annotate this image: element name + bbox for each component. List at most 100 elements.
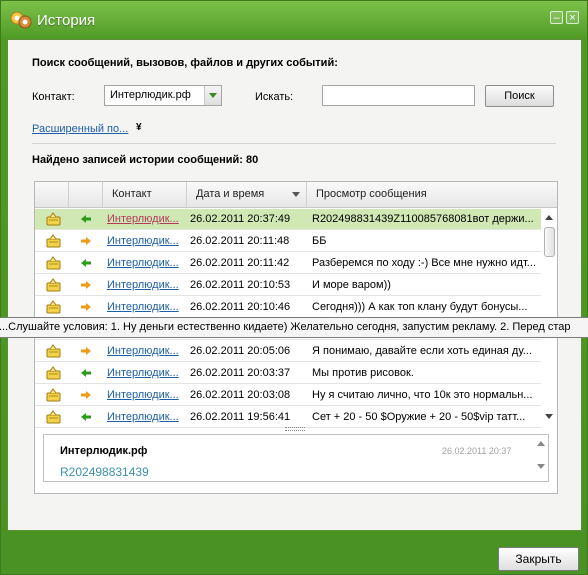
message-icon	[46, 300, 61, 314]
contact-dropdown[interactable]: Интерлюдик.рф	[104, 85, 222, 106]
table-row[interactable]: Интерлюдик... 26.02.2011 20:37:49 R2024988…	[35, 209, 541, 230]
search-heading: Поиск сообщений, вызовов, файлов и други…	[32, 57, 338, 69]
chevron-down-icon[interactable]	[204, 86, 221, 105]
row-type-cell	[35, 253, 69, 274]
row-date: 26.02.2011 20:10:46	[190, 301, 291, 313]
row-message-preview: Я понимаю, давайте если хоть единая ду..…	[312, 345, 532, 357]
table-row[interactable]: Интерлюдик... 26.02.2011 20:03:08 Ну я счи…	[35, 385, 541, 406]
search-button[interactable]: Поиск	[485, 85, 554, 107]
expand-chevron-icon[interactable]: ¥	[136, 122, 142, 133]
message-tooltip: ...Слушайте условия: 1. Ну деньги естест…	[0, 317, 588, 338]
results-count: Найдено записей истории сообщений: 80	[32, 154, 259, 166]
row-contact-link[interactable]: Интерлюдик...	[105, 275, 185, 296]
scroll-down-icon[interactable]	[545, 414, 553, 419]
row-direction-cell	[69, 297, 103, 318]
table-row[interactable]: Интерлюдик... 26.02.2011 20:11:42 Разберем…	[35, 253, 541, 274]
column-header-contact[interactable]: Контакт	[103, 182, 187, 207]
message-icon	[46, 344, 61, 358]
row-date: 26.02.2011 19:56:41	[190, 411, 291, 423]
table-row[interactable]: Интерлюдик... 26.02.2011 20:11:48 ББ	[35, 231, 541, 252]
incoming-arrow-icon	[81, 259, 91, 267]
advanced-search-link[interactable]: Расширенный по...	[32, 123, 128, 135]
row-direction-cell	[69, 385, 103, 406]
row-date: 26.02.2011 20:10:53	[190, 279, 291, 291]
row-type-cell	[35, 341, 69, 362]
outgoing-arrow-icon	[81, 237, 91, 245]
row-date: 26.02.2011 20:37:49	[190, 213, 291, 225]
scrollbar-thumb[interactable]	[544, 227, 555, 257]
scroll-down-icon[interactable]	[537, 464, 545, 469]
titlebar[interactable]: История – ×	[1, 1, 587, 39]
row-date: 26.02.2011 20:05:06	[190, 345, 291, 357]
close-button-label: Закрыть	[515, 552, 562, 566]
row-type-cell	[35, 231, 69, 252]
row-type-cell	[35, 385, 69, 406]
column-header-direction[interactable]	[69, 182, 103, 207]
incoming-arrow-icon	[81, 413, 91, 421]
minimize-button[interactable]: –	[550, 11, 563, 24]
column-header-type[interactable]	[35, 182, 69, 207]
preview-message: R202498831439	[60, 465, 149, 479]
row-message-preview: Разберемся по ходу :-) Все мне нужно идт…	[312, 257, 536, 269]
outgoing-arrow-icon	[81, 347, 91, 355]
client-area: Поиск сообщений, вызовов, файлов и други…	[7, 39, 582, 531]
row-contact-link[interactable]: Интерлюдик...	[105, 341, 185, 362]
row-contact-link[interactable]: Интерлюдик...	[105, 253, 185, 274]
preview-scrollbar[interactable]	[534, 437, 548, 481]
search-label: Искать:	[255, 91, 294, 103]
row-contact-link[interactable]: Интерлюдик...	[105, 363, 185, 384]
message-icon	[46, 278, 61, 292]
message-preview: Интерлюдик.рф 26.02.2011 20:37 R20249883…	[43, 434, 549, 482]
row-message-preview: Мы против рисовок.	[312, 367, 414, 379]
row-date: 26.02.2011 20:03:37	[190, 367, 291, 379]
row-direction-cell	[69, 209, 103, 230]
outgoing-arrow-icon	[81, 281, 91, 289]
table-row[interactable]: Интерлюдик... 26.02.2011 20:05:06 Я понима…	[35, 341, 541, 362]
search-input[interactable]	[322, 85, 475, 106]
row-date: 26.02.2011 20:11:42	[190, 257, 290, 269]
row-type-cell	[35, 275, 69, 296]
row-type-cell	[35, 363, 69, 384]
scroll-up-icon[interactable]	[545, 215, 553, 220]
row-type-cell	[35, 407, 69, 428]
row-direction-cell	[69, 407, 103, 428]
row-contact-link[interactable]: Интерлюдик...	[105, 385, 185, 406]
message-icon	[46, 410, 61, 424]
column-header-datetime-label: Дата и время	[196, 188, 265, 200]
close-window-button[interactable]: ×	[566, 11, 579, 24]
table-row[interactable]: Интерлюдик... 26.02.2011 20:10:46 Сегодня)…	[35, 297, 541, 318]
row-contact-link[interactable]: Интерлюдик...	[105, 407, 185, 428]
app-logo-icon	[10, 11, 32, 29]
row-contact-link[interactable]: Интерлюдик...	[105, 297, 185, 318]
grid-scrollbar[interactable]	[542, 209, 557, 423]
row-message-preview: Сегодня))) А как топ клану будут бонусы.…	[312, 301, 528, 313]
row-contact-link[interactable]: Интерлюдик...	[105, 231, 185, 252]
scroll-up-icon[interactable]	[537, 441, 545, 446]
outgoing-arrow-icon	[81, 391, 91, 399]
incoming-arrow-icon	[81, 369, 91, 377]
table-row[interactable]: Интерлюдик... 26.02.2011 19:56:41 Сет + 20…	[35, 407, 541, 428]
preview-contact: Интерлюдик.рф	[60, 445, 148, 457]
grid-header: Контакт Дата и время Просмотр сообщения	[35, 182, 557, 208]
row-type-cell	[35, 297, 69, 318]
row-contact-link[interactable]: Интерлюдик...	[105, 209, 185, 230]
row-type-cell	[35, 209, 69, 230]
contact-label: Контакт:	[32, 91, 75, 103]
history-window: История – × Поиск сообщений, вызовов, фа…	[0, 0, 588, 575]
splitter-handle[interactable]	[285, 427, 305, 431]
column-header-datetime[interactable]: Дата и время	[187, 182, 307, 207]
table-row[interactable]: Интерлюдик... 26.02.2011 20:10:53 И море в…	[35, 275, 541, 296]
sort-descending-icon	[292, 192, 300, 197]
close-button[interactable]: Закрыть	[498, 547, 579, 571]
window-title: История	[37, 12, 96, 29]
outgoing-arrow-icon	[81, 303, 91, 311]
message-icon	[46, 388, 61, 402]
row-direction-cell	[69, 275, 103, 296]
table-row[interactable]: Интерлюдик... 26.02.2011 20:03:37 Мы проти…	[35, 363, 541, 384]
incoming-arrow-icon	[81, 215, 91, 223]
message-icon	[46, 234, 61, 248]
column-header-preview[interactable]: Просмотр сообщения	[307, 182, 557, 207]
row-date: 26.02.2011 20:11:48	[190, 235, 290, 247]
contact-dropdown-value: Интерлюдик.рф	[110, 89, 191, 101]
row-message-preview: И море варом))	[312, 279, 391, 291]
